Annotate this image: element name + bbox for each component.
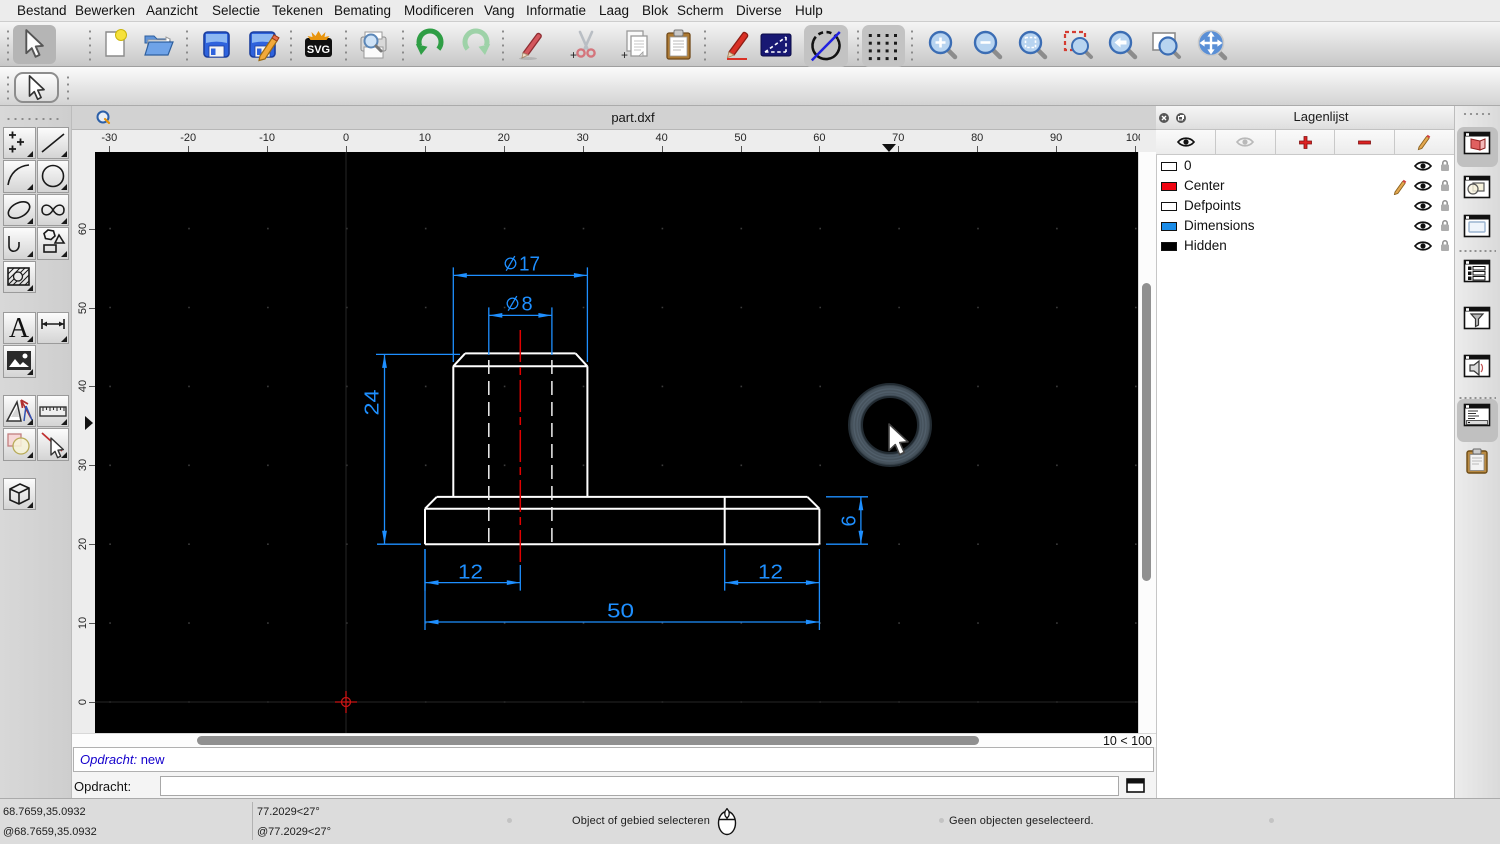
svg-text:SVG: SVG [307,44,330,56]
svg-text:50: 50 [607,600,634,622]
svg-text:6: 6 [839,515,861,526]
svg-text:+: + [621,48,628,62]
svg-text:24: 24 [362,390,384,416]
svg-text:+: + [570,48,577,62]
svg-text:12: 12 [458,561,483,583]
svg-text:A: A [9,313,30,343]
svg-text:12: 12 [758,561,783,583]
svg-text:17: 17 [519,253,540,275]
svg-text:8: 8 [522,293,533,315]
